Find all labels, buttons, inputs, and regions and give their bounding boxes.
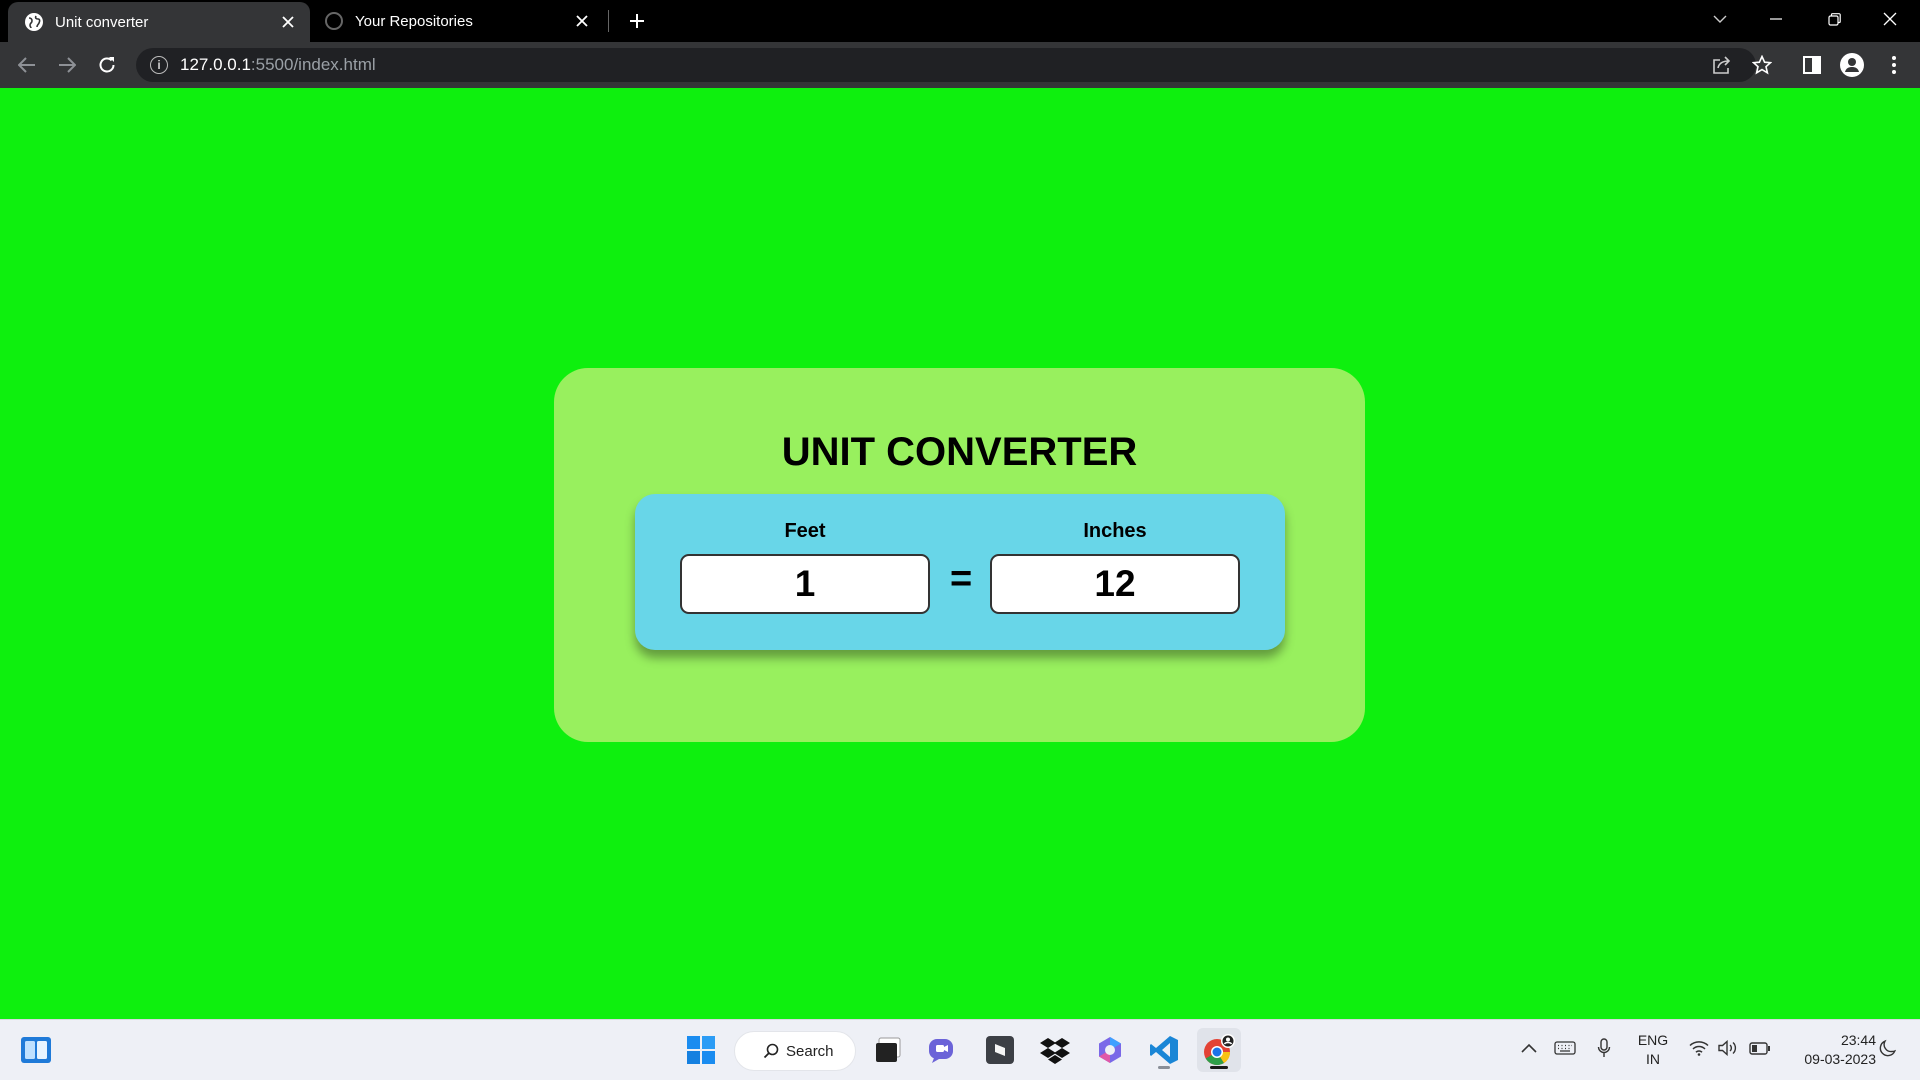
dropbox-icon[interactable] bbox=[1033, 1028, 1077, 1072]
restore-button[interactable] bbox=[1806, 0, 1862, 38]
search-icon bbox=[763, 1043, 779, 1059]
reload-button[interactable] bbox=[91, 49, 123, 81]
system-clock[interactable]: 23:44 09-03-2023 bbox=[1780, 1031, 1876, 1069]
active-indicator bbox=[1210, 1066, 1228, 1069]
tab-divider bbox=[608, 10, 609, 32]
copilot-icon[interactable] bbox=[1088, 1028, 1132, 1072]
show-hidden-icons-chevron-up-icon[interactable] bbox=[1519, 1038, 1539, 1058]
globe-icon bbox=[25, 13, 43, 31]
keyboard-icon[interactable] bbox=[1553, 1038, 1577, 1058]
search-label: Search bbox=[786, 1042, 834, 1060]
clock-date: 09-03-2023 bbox=[1804, 1051, 1876, 1067]
url-text[interactable]: 127.0.0.1:5500/index.html bbox=[180, 55, 376, 75]
volume-icon[interactable] bbox=[1716, 1038, 1740, 1058]
inches-label: Inches bbox=[1083, 520, 1147, 542]
site-info-icon[interactable]: i bbox=[150, 56, 168, 74]
input-language-indicator[interactable]: ENG IN bbox=[1630, 1031, 1676, 1069]
close-tab-icon[interactable] bbox=[570, 9, 594, 33]
profile-avatar-icon[interactable] bbox=[1836, 49, 1868, 81]
tab-title: Your Repositories bbox=[355, 12, 473, 30]
microphone-icon[interactable] bbox=[1594, 1037, 1614, 1059]
wifi-icon[interactable] bbox=[1688, 1038, 1710, 1058]
tab-unit-converter[interactable]: Unit converter bbox=[8, 2, 310, 42]
browser-titlebar: Unit converter Your Repositories bbox=[0, 0, 1920, 42]
tab-your-repositories[interactable]: Your Repositories bbox=[322, 0, 604, 42]
chrome-icon[interactable] bbox=[1197, 1028, 1241, 1072]
start-icon[interactable] bbox=[679, 1028, 723, 1072]
more-menu-icon[interactable] bbox=[1878, 49, 1910, 81]
new-tab-button[interactable] bbox=[622, 6, 652, 36]
task-view-icon[interactable] bbox=[866, 1028, 910, 1072]
inches-input[interactable] bbox=[990, 554, 1240, 614]
bookmark-star-icon[interactable] bbox=[1746, 49, 1778, 81]
teams-chat-icon[interactable] bbox=[921, 1028, 965, 1072]
converter-card: UNIT CONVERTER Feet = Inches bbox=[554, 368, 1365, 742]
github-icon bbox=[325, 12, 343, 30]
taskbar: Search ENG IN 23:44 09-03-2023 bbox=[0, 1019, 1920, 1080]
running-indicator bbox=[1158, 1066, 1170, 1069]
tab-title: Unit converter bbox=[55, 13, 149, 31]
tab-search-chevron-down-icon[interactable] bbox=[1692, 0, 1748, 38]
share-icon[interactable] bbox=[1706, 49, 1738, 81]
sublime-text-icon[interactable] bbox=[978, 1028, 1022, 1072]
battery-icon[interactable] bbox=[1748, 1038, 1772, 1058]
back-button[interactable] bbox=[11, 49, 43, 81]
converter-panel: Feet = Inches bbox=[635, 494, 1285, 650]
close-tab-icon[interactable] bbox=[276, 10, 300, 34]
browser-toolbar: i 127.0.0.1:5500/index.html bbox=[0, 42, 1920, 88]
feet-input[interactable] bbox=[680, 554, 930, 614]
taskbar-search-box[interactable]: Search bbox=[734, 1031, 856, 1071]
widgets-icon[interactable] bbox=[14, 1028, 58, 1072]
page-title: UNIT CONVERTER bbox=[781, 430, 1138, 474]
clock-time: 23:44 bbox=[1840, 1032, 1876, 1048]
minimize-button[interactable] bbox=[1748, 0, 1804, 38]
close-window-button[interactable] bbox=[1862, 0, 1918, 38]
side-panel-icon[interactable] bbox=[1796, 49, 1828, 81]
equals-sign: = bbox=[950, 558, 973, 600]
address-bar[interactable]: i 127.0.0.1:5500/index.html bbox=[136, 48, 1756, 82]
focus-moon-icon[interactable] bbox=[1876, 1037, 1900, 1059]
feet-label: Feet bbox=[784, 520, 826, 542]
vscode-icon[interactable] bbox=[1142, 1028, 1186, 1072]
forward-button[interactable] bbox=[51, 49, 83, 81]
